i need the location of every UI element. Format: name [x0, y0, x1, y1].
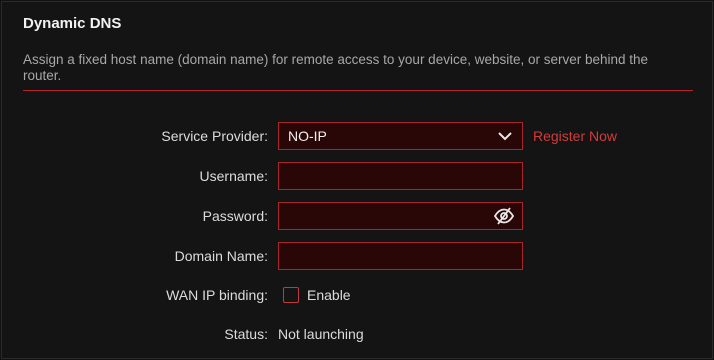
section-description: Assign a fixed host name (domain name) f… — [23, 52, 649, 83]
domain-name-label: Domain Name: — [174, 248, 268, 264]
chevron-down-icon — [498, 132, 512, 141]
section-title: Dynamic DNS — [23, 15, 122, 32]
service-provider-select[interactable]: NO-IP — [278, 122, 523, 150]
username-row: Username: — [2, 162, 714, 190]
wan-ip-binding-label: WAN IP binding: — [166, 287, 268, 303]
status-row: Status: Not launching — [2, 320, 714, 348]
password-row: Password: — [2, 202, 714, 230]
eye-slash-icon[interactable] — [494, 207, 514, 225]
username-label: Username: — [199, 168, 268, 184]
enable-checkbox[interactable] — [283, 287, 299, 303]
enable-checkbox-label[interactable]: Enable — [307, 281, 351, 309]
status-value: Not launching — [278, 326, 364, 342]
dynamic-dns-panel: Dynamic DNS Assign a fixed host name (do… — [1, 1, 713, 359]
username-input[interactable] — [278, 162, 523, 190]
status-label: Status: — [224, 326, 268, 342]
password-input[interactable] — [278, 202, 523, 230]
service-provider-label: Service Provider: — [161, 128, 268, 144]
service-provider-row: Service Provider: NO-IP Register Now — [2, 122, 714, 150]
password-label: Password: — [202, 208, 268, 224]
register-now-link[interactable]: Register Now — [533, 122, 617, 150]
wan-ip-binding-row: WAN IP binding: Enable — [2, 281, 714, 309]
service-provider-value: NO-IP — [288, 128, 327, 144]
domain-name-row: Domain Name: — [2, 242, 714, 270]
section-divider — [23, 90, 693, 91]
domain-name-input[interactable] — [278, 242, 523, 270]
